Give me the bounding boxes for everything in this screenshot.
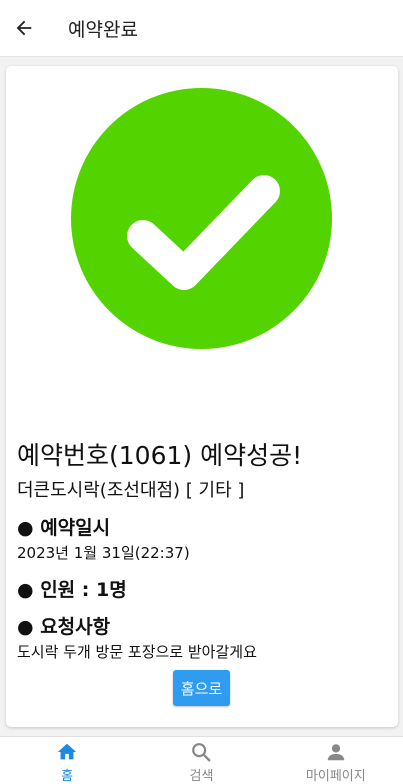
request-heading: ● 요청사항 [17, 616, 111, 638]
request-value: 도시락 두개 방문 포장으로 받아갈게요 [17, 643, 257, 661]
nav-label-mypage: 마이페이지 [305, 769, 366, 784]
nav-item-search[interactable]: 검색 [134, 737, 268, 784]
nav-item-mypage[interactable]: 마이페이지 [269, 737, 403, 784]
search-icon [192, 743, 211, 762]
page-title: 예약완료 [68, 18, 138, 41]
reservation-result-card: 예약번호(1061) 예약성공! 더큰도시락(조선대점) [ 기타 ] ● 예약… [6, 66, 398, 727]
nav-item-home[interactable]: 홈 [0, 737, 134, 784]
nav-label-search: 검색 [189, 769, 214, 784]
people-heading: ● 인원 : 1명 [17, 579, 127, 601]
go-home-button[interactable]: 홈으로 [173, 670, 230, 706]
bottom-nav: 홈 검색 마이페이지 [0, 736, 403, 784]
nav-label-home: 홈 [61, 769, 74, 784]
success-check-icon [71, 88, 332, 349]
home-icon [57, 743, 77, 760]
person-icon [327, 744, 345, 761]
store-name: 더큰도시락(조선대점) [ 기타 ] [17, 480, 245, 501]
back-button[interactable] [0, 0, 48, 57]
reservation-title: 예약번호(1061) 예약성공! [17, 441, 303, 470]
arrow-left-icon [16, 20, 32, 36]
datetime-value: 2023년 1월 31일(22:37) [17, 544, 190, 562]
app-bar: 예약완료 [0, 0, 403, 57]
datetime-heading: ● 예약일시 [17, 517, 111, 539]
